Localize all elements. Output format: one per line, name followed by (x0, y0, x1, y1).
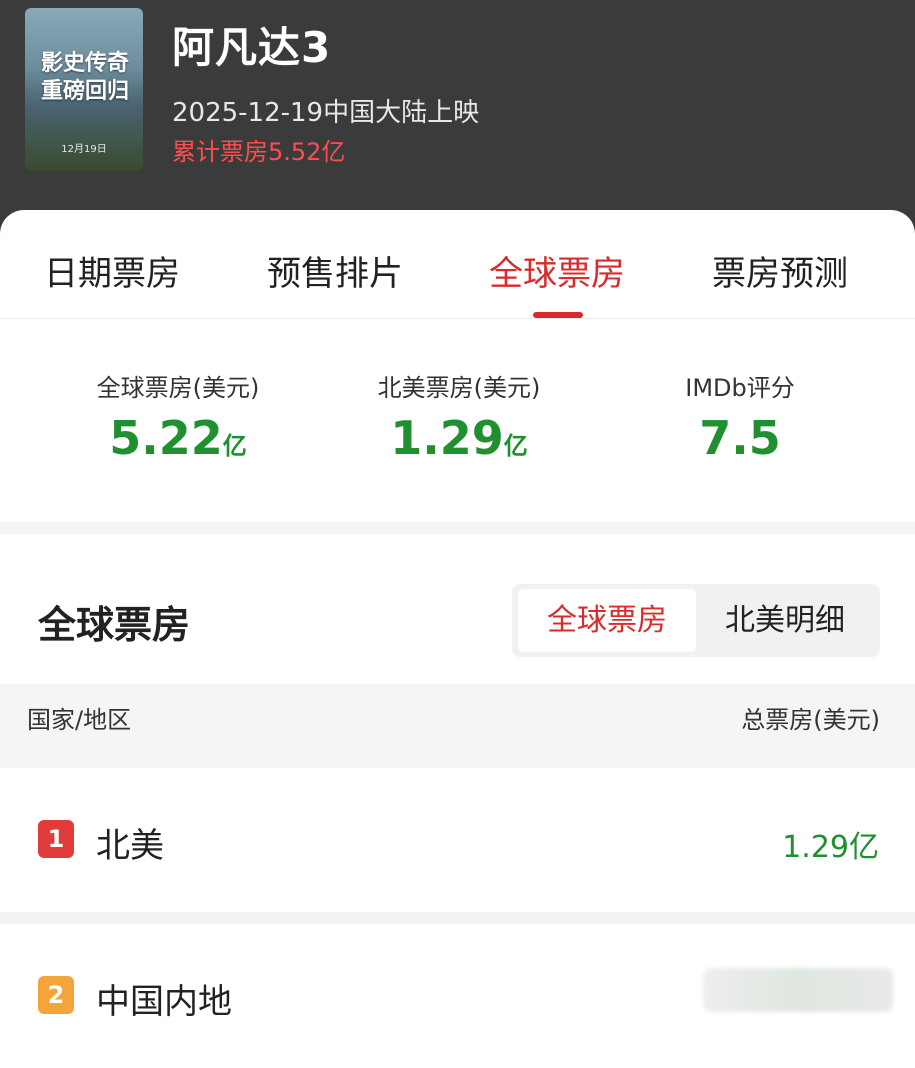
region-name: 中国内地 (96, 982, 232, 1022)
column-header-total: 总票房(美元) (741, 706, 880, 734)
stats-panel: 全球票房(美元) 5.22亿 北美票房(美元) 1.29亿 IMDb评分 7.5 (0, 318, 915, 522)
tab-bar: 日期票房 预售排片 全球票房 票房预测 (0, 210, 915, 319)
stat-label: 北美票房(美元) (377, 374, 541, 402)
tab-box-office-forecast[interactable]: 票房预测 (680, 246, 880, 295)
stat-global-box-office: 全球票房(美元) 5.22亿 (38, 368, 318, 465)
section-title: 全球票房 (38, 603, 191, 647)
stat-north-america-box-office: 北美票房(美元) 1.29亿 (319, 368, 599, 465)
segment-north-america-detail[interactable]: 北美明细 (696, 589, 874, 652)
stat-value: 1.29 (390, 411, 504, 465)
table-header: 国家/地区 总票房(美元) (0, 684, 915, 768)
cumulative-box-office: 累计票房5.52亿 (172, 138, 346, 166)
table-row[interactable]: 2 中国内地 (0, 924, 915, 1068)
stat-label: IMDb评分 (685, 374, 795, 402)
stat-label: 全球票房(美元) (96, 374, 260, 402)
stat-imdb-rating: IMDb评分 7.5 (600, 368, 880, 465)
poster-tagline-line1: 影史传奇 (40, 51, 129, 76)
content-card: 日期票房 预售排片 全球票房 票房预测 全球票房(美元) 5.22亿 北美票房(… (0, 210, 915, 1068)
stat-unit: 亿 (222, 432, 247, 460)
table-row[interactable]: 1 北美 1.29亿 (0, 768, 915, 912)
rank-badge: 1 (38, 820, 74, 858)
movie-poster[interactable]: 影史传奇 重磅回归 12月19日 (25, 8, 143, 171)
tab-presale-schedule[interactable]: 预售排片 (235, 246, 435, 295)
poster-date: 12月19日 (61, 144, 107, 155)
poster-tagline-line2: 重磅回归 (40, 79, 129, 104)
movie-header: 影史传奇 重磅回归 12月19日 阿凡达3 2025-12-19中国大陆上映 累… (0, 0, 915, 245)
stat-value: 7.5 (699, 411, 781, 465)
tab-daily-box-office[interactable]: 日期票房 (12, 246, 212, 295)
region-name: 北美 (96, 826, 164, 866)
segment-control: 全球票房 北美明细 (512, 584, 880, 657)
release-info: 2025-12-19中国大陆上映 (172, 98, 480, 128)
stat-unit: 亿 (503, 432, 528, 460)
segment-global[interactable]: 全球票房 (518, 589, 696, 652)
rank-badge: 2 (38, 976, 74, 1014)
region-total: 1.29亿 (782, 830, 879, 865)
movie-title: 阿凡达3 (172, 23, 332, 72)
row-divider (0, 912, 915, 924)
section-divider (0, 522, 915, 534)
blurred-value (703, 968, 893, 1012)
stat-value: 5.22 (109, 411, 223, 465)
column-header-region: 国家/地区 (27, 706, 132, 734)
tab-global-box-office[interactable]: 全球票房 (457, 246, 657, 295)
